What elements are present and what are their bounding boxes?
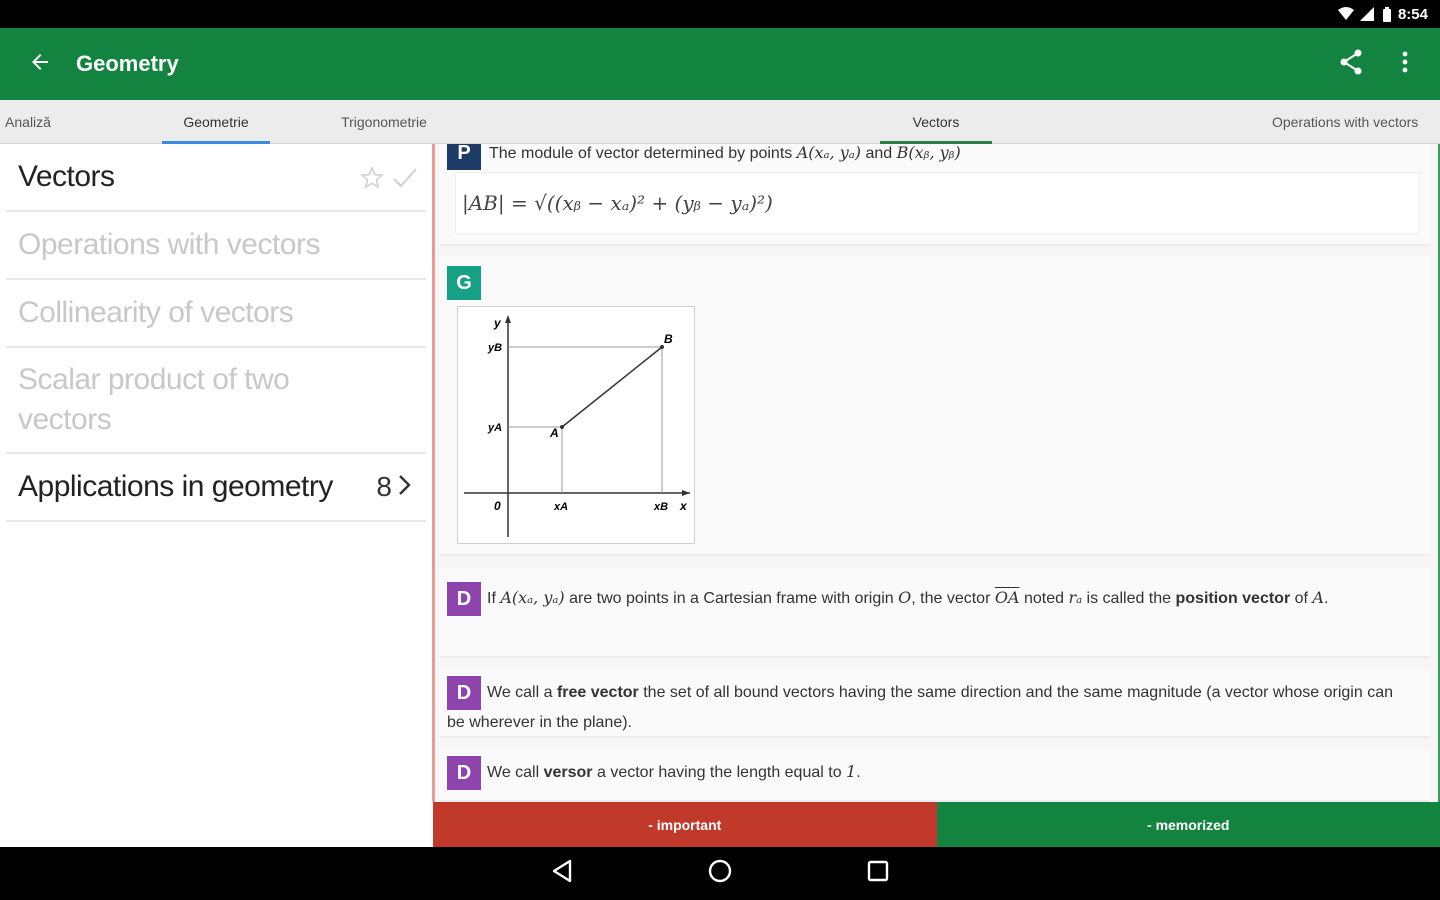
check-icon[interactable]: [392, 166, 418, 197]
axis-label-y: y: [493, 316, 502, 330]
bottom-action-bar: - important - memorized: [433, 802, 1440, 847]
point-label-b: B: [664, 332, 673, 346]
card-text: .: [1323, 590, 1329, 608]
share-icon: [1339, 49, 1363, 80]
important-button[interactable]: - important: [433, 802, 937, 847]
app-bar: Geometry: [0, 28, 1440, 100]
topic-count: 8: [376, 471, 392, 502]
card-text: We call a: [487, 684, 557, 702]
definition-card: D If A(xₐ, yₐ) are two points in a Cartes…: [439, 568, 1430, 658]
math-expression: OA: [994, 588, 1020, 608]
memorized-button[interactable]: - memorized: [936, 802, 1440, 847]
topic-label: Applications in geometry: [18, 470, 333, 503]
tab-trigonometrie[interactable]: Trigonometrie: [330, 100, 438, 144]
card-text: is called the: [1082, 590, 1176, 608]
card-text: , the vector: [911, 590, 995, 608]
topic-label: Collinearity of vectors: [18, 296, 294, 329]
property-card: P The module of vector determined by poi…: [439, 144, 1430, 246]
definition-badge: D: [447, 756, 481, 790]
card-text: of: [1290, 590, 1313, 608]
card-text: We call: [487, 764, 544, 782]
card-text: The module of vector determined by point…: [489, 144, 797, 162]
tab-analiza[interactable]: Analiză: [0, 100, 56, 144]
status-bar: 8:54: [0, 0, 1440, 28]
math-expression: 1: [846, 762, 857, 782]
tick-label-yb: yB: [487, 342, 502, 354]
more-options-button[interactable]: [1378, 28, 1432, 100]
topic-item-operations[interactable]: Operations with vectors: [6, 212, 426, 280]
tab-operations-with-vectors[interactable]: Operations with vectors: [1272, 100, 1440, 144]
card-text: a vector having the length equal to: [592, 764, 847, 782]
topic-label: Vectors: [18, 160, 115, 193]
content-pane: P The module of vector determined by poi…: [435, 144, 1440, 802]
coordinate-plot: y yB yA A B 0 xA xB x: [464, 315, 690, 537]
status-time: 8:54: [1397, 5, 1428, 23]
definition-badge: D: [447, 676, 481, 710]
share-button[interactable]: [1324, 28, 1378, 100]
back-triangle-icon: [551, 859, 573, 888]
property-badge: P: [447, 144, 481, 170]
math-expression: O: [898, 588, 912, 608]
definition-card: D We call versor a vector having the leng…: [439, 748, 1430, 802]
tab-geometrie[interactable]: Geometrie: [162, 100, 270, 144]
bold-term: free vector: [556, 684, 639, 702]
nav-home-button[interactable]: [700, 854, 740, 894]
math-expression: B(xᵦ, yᵦ): [896, 144, 961, 162]
tab-vectors[interactable]: Vectors: [880, 100, 992, 144]
card-text: If: [487, 590, 501, 608]
arrow-left-icon: [28, 50, 52, 79]
tick-label-ya: yA: [487, 422, 502, 434]
definition-card: D We call a free vector the set of all bo…: [439, 668, 1430, 738]
tick-label-xa: xA: [553, 501, 568, 513]
tick-label-xb: xB: [653, 501, 668, 513]
math-expression: A(xₐ, yₐ): [796, 144, 862, 162]
graph-badge: G: [447, 266, 481, 300]
back-button[interactable]: [0, 28, 80, 100]
vector-graph: y yB yA A B 0 xA xB x: [457, 306, 695, 544]
card-text: .: [856, 764, 861, 782]
card-text: noted: [1019, 590, 1069, 608]
card-text: and: [861, 144, 897, 162]
card-text: are two points in a Cartesian frame with…: [564, 590, 899, 608]
graph-card: G y yB yA A B 0 xA xB x: [439, 256, 1430, 556]
topic-item-collinearity[interactable]: Collinearity of vectors: [6, 280, 426, 348]
formula-box: |AB| = √((xᵦ − xₐ)² + (yᵦ − yₐ)²): [455, 172, 1420, 234]
topic-item-vectors[interactable]: Vectors: [6, 144, 426, 212]
system-nav-bar: [0, 847, 1440, 900]
nav-recents-button[interactable]: [858, 854, 898, 894]
topic-label: Operations with vectors: [18, 228, 320, 261]
star-icon[interactable]: [360, 166, 384, 197]
more-vert-icon: [1402, 51, 1408, 78]
math-expression: rₐ: [1068, 588, 1083, 608]
wifi-icon: [1337, 7, 1354, 21]
distance-formula: |AB| = √((xᵦ − xₐ)² + (yᵦ − yₐ)²): [462, 191, 773, 215]
math-expression: A: [1312, 588, 1324, 608]
home-circle-icon: [707, 858, 733, 889]
origin-label: 0: [494, 499, 501, 513]
nav-back-button[interactable]: [542, 854, 582, 894]
topic-label: Scalar product of two vectors: [18, 363, 290, 436]
chevron-right-icon: [398, 471, 412, 503]
topic-item-applications[interactable]: Applications in geometry 8: [6, 454, 426, 522]
battery-icon: [1382, 7, 1392, 22]
axis-label-x: x: [679, 499, 688, 513]
bold-term: position vector: [1175, 590, 1291, 608]
math-expression: A(xₐ, yₐ): [500, 588, 565, 608]
definition-badge: D: [447, 582, 481, 616]
signal-icon: [1359, 7, 1376, 21]
tab-bar: Analiză Geometrie Trigonometrie Vectors …: [0, 100, 1440, 144]
topic-list: Vectors Operations with vectors Collinea…: [0, 144, 432, 847]
page-title: Geometry: [76, 51, 179, 76]
recents-square-icon: [867, 860, 889, 887]
point-label-a: A: [549, 426, 559, 440]
topic-item-scalar-product[interactable]: Scalar product of two vectors: [6, 348, 426, 454]
bold-term: versor: [543, 764, 593, 782]
